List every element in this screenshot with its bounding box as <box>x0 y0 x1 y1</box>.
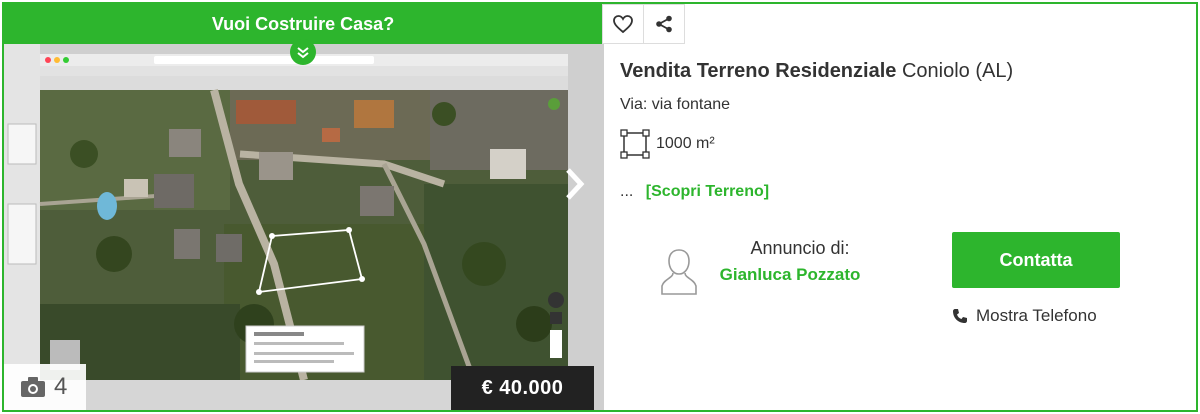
promo-banner[interactable]: Vuoi Costruire Casa? <box>4 4 602 44</box>
area-icon <box>620 129 650 159</box>
discover-row: ... [Scopri Terreno] <box>620 183 769 201</box>
price-badge: € 40.000 <box>451 366 594 410</box>
listing-type: Vendita Terreno Residenziale <box>620 60 897 82</box>
chevron-right-icon <box>566 168 585 200</box>
area-value: 1000 m² <box>656 135 715 152</box>
phone-icon <box>953 309 967 323</box>
listing-media: Vuoi Costruire Casa? 4 € 40.000 <box>4 4 604 410</box>
contact-button[interactable]: Contatta <box>952 232 1120 288</box>
agent-label: Annuncio di: <box>750 238 850 258</box>
listing-area: 1000 m² <box>620 129 715 159</box>
photo-count[interactable]: 4 <box>4 364 86 410</box>
share-icon <box>656 15 672 33</box>
listing-location: Coniolo (AL) <box>901 60 1014 82</box>
listing-title[interactable]: Vendita Terreno Residenziale Coniolo (AL… <box>620 60 1013 83</box>
listing-address: Via: via fontane <box>620 96 731 113</box>
listing-card: Vuoi Costruire Casa? 4 € 40.000 Vendita … <box>2 2 1198 412</box>
ellipsis-text: ... <box>620 183 634 200</box>
heart-icon <box>613 15 633 34</box>
discover-link[interactable]: [Scopri Terreno] <box>646 183 769 200</box>
photo-count-value: 4 <box>54 373 68 400</box>
show-phone-button[interactable]: Mostra Telefono <box>952 306 1097 326</box>
favorite-button[interactable] <box>602 4 644 44</box>
user-icon <box>660 246 698 301</box>
show-phone-label: Mostra Telefono <box>976 306 1097 325</box>
camera-icon <box>21 377 45 397</box>
chevron-down-icon[interactable] <box>290 39 316 65</box>
promo-label: Vuoi Costruire Casa? <box>211 14 395 34</box>
agent-name[interactable]: Gianluca Pozzato <box>700 265 880 285</box>
next-photo-button[interactable] <box>560 164 590 204</box>
share-button[interactable] <box>643 4 685 44</box>
